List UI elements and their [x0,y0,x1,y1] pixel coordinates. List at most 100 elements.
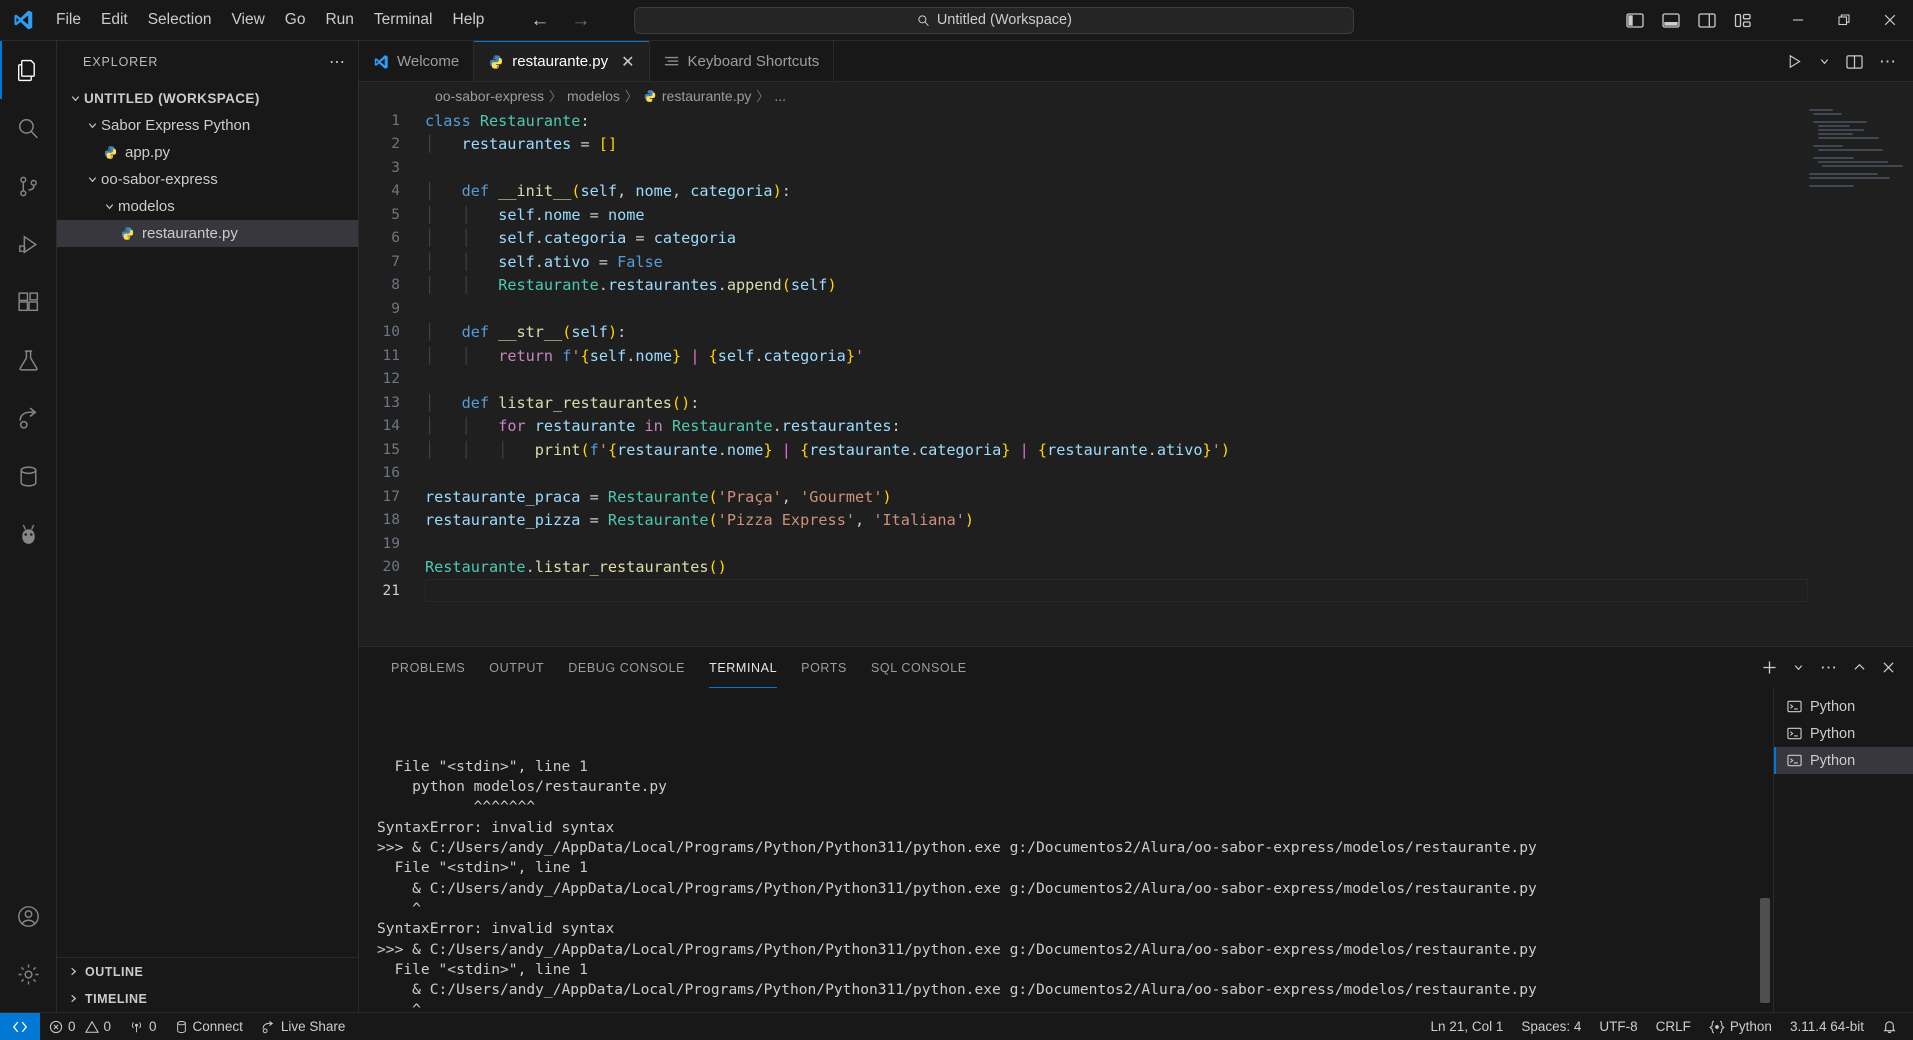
maximize-panel-icon[interactable] [1853,661,1866,674]
sidebar-section-outline[interactable]: OUTLINE [57,958,358,985]
status-python-interpreter[interactable]: 3.11.4 64-bit [1781,1013,1873,1040]
code-line[interactable]: 7 │ │ self.ativo = False [359,250,1913,274]
sidebar-item-explorer[interactable] [0,41,57,99]
file-tree[interactable]: UNTITLED (WORKSPACE) Sabor Express Pytho… [57,82,358,957]
status-cursor-position[interactable]: Ln 21, Col 1 [1422,1013,1513,1040]
tab-welcome[interactable]: Welcome [359,41,475,82]
code-text[interactable]: restaurante_praca = Restaurante('Praça',… [425,488,892,506]
code-text[interactable]: │ │ return f'{self.nome} | {self.categor… [425,347,864,365]
code-line[interactable]: 9 [359,297,1913,321]
menu-selection[interactable]: Selection [138,7,222,33]
code-text[interactable] [425,535,434,553]
menu-edit[interactable]: Edit [91,7,138,33]
status-live-share[interactable]: Live Share [252,1013,355,1040]
code-text[interactable]: │ │ Restaurante.restaurantes.append(self… [425,276,837,294]
menu-view[interactable]: View [221,7,274,33]
code-line[interactable]: 3 [359,156,1913,180]
code-line[interactable]: 12 [359,368,1913,392]
tab-terminal[interactable]: TERMINAL [697,647,789,688]
status-language-mode[interactable]: Python [1700,1013,1781,1040]
tree-item-modelos[interactable]: modelos [57,193,358,220]
code-line[interactable]: 8 │ │ Restaurante.restaurantes.append(sel… [359,274,1913,298]
minimize-button[interactable] [1775,0,1821,41]
tab-ports[interactable]: PORTS [789,647,859,688]
tree-item-sabor-express-python[interactable]: Sabor Express Python [57,112,358,139]
quick-input-search[interactable]: Untitled (Workspace) [634,6,1355,34]
code-line[interactable]: 18 restaurante_pizza = Restaurante('Pizza… [359,509,1913,533]
sidebar-item-extensions[interactable] [0,273,57,331]
tab-keyboard-shortcuts[interactable]: Keyboard Shortcuts [649,41,835,82]
code-line[interactable]: 20 Restaurante.listar_restaurantes() [359,556,1913,580]
status-indentation[interactable]: Spaces: 4 [1512,1013,1590,1040]
terminal-dropdown-icon[interactable] [1793,662,1804,673]
code-text[interactable]: │ def __str__(self): [425,323,626,341]
restore-button[interactable] [1821,0,1867,41]
terminal-output[interactable]: File "<stdin>", line 1 python modelos/re… [359,688,1773,1012]
status-ports[interactable]: 0 [120,1013,166,1040]
code-text[interactable]: │ │ for restaurante in Restaurante.resta… [425,417,901,435]
tab-problems[interactable]: PROBLEMS [379,647,477,688]
code-line[interactable]: 10 │ def __str__(self): [359,321,1913,345]
breadcrumb[interactable]: oo-sabor-express 〉 modelos 〉 restaurante… [359,82,1913,109]
code-text[interactable]: │ │ self.categoria = categoria [425,229,736,247]
customize-layout-icon[interactable] [1732,10,1753,31]
tab-debug-console[interactable]: DEBUG CONSOLE [556,647,697,688]
tree-item-oo-sabor-express[interactable]: oo-sabor-express [57,166,358,193]
status-connect[interactable]: Connect [166,1013,252,1040]
code-line[interactable]: 1 class Restaurante: [359,109,1913,133]
code-line[interactable]: 16 [359,462,1913,486]
code-line[interactable]: 6 │ │ self.categoria = categoria [359,227,1913,251]
terminal-instance[interactable]: Python [1774,747,1913,774]
code-lines[interactable]: 1 class Restaurante: 2 │ restaurantes = [] 3… [359,109,1913,646]
code-text[interactable] [425,464,434,482]
terminal-instance[interactable]: Python [1774,720,1913,747]
tab-output[interactable]: OUTPUT [477,647,556,688]
sidebar-item-live-share[interactable] [0,389,57,447]
code-text[interactable]: │ def __init__(self, nome, categoria): [425,182,791,200]
code-text[interactable]: Restaurante.listar_restaurantes() [425,558,727,576]
sidebar-item-ant-design[interactable] [0,505,57,563]
split-editor-icon[interactable] [1846,54,1863,70]
run-python-file-icon[interactable] [1786,53,1803,70]
code-text[interactable] [425,159,434,177]
code-text[interactable]: │ def listar_restaurantes(): [425,394,699,412]
code-text[interactable]: │ restaurantes = [] [425,135,617,153]
tab-close-icon[interactable]: ✕ [621,52,634,72]
status-errors-warnings[interactable]: 0 0 [40,1013,120,1040]
code-text[interactable]: class Restaurante: [425,112,590,130]
breadcrumb-item-symbols[interactable]: ... [774,88,786,104]
arrow-left-icon[interactable]: ← [530,11,549,30]
sidebar-item-source-control[interactable] [0,157,57,215]
sidebar-item-database[interactable] [0,447,57,505]
tree-item-app-py[interactable]: app.py [57,139,358,166]
code-line[interactable]: 11 │ │ return f'{self.nome} | {self.categ… [359,344,1913,368]
close-button[interactable] [1867,0,1913,41]
sidebar-item-run-and-debug[interactable] [0,215,57,273]
code-text[interactable] [425,300,434,318]
tree-item-restaurante-py[interactable]: restaurante.py [57,220,358,247]
menu-terminal[interactable]: Terminal [364,7,443,33]
breadcrumb-item-file[interactable]: restaurante.py [662,88,752,104]
menu-file[interactable]: File [46,7,91,33]
code-line[interactable]: 13 │ def listar_restaurantes(): [359,391,1913,415]
views-and-more-actions-icon[interactable]: ⋯ [1820,659,1837,676]
menu-help[interactable]: Help [443,7,495,33]
ellipsis-icon[interactable]: ⋯ [329,52,346,72]
menu-run[interactable]: Run [315,7,363,33]
terminal-instance-list[interactable]: Python Python Python [1773,688,1913,1012]
manage-settings-button[interactable] [0,945,57,1003]
minimap[interactable] [1809,109,1904,187]
close-panel-icon[interactable] [1882,661,1895,674]
toggle-primary-sidebar-icon[interactable] [1624,10,1645,31]
terminal-scrollbar[interactable] [1760,898,1770,1003]
code-text[interactable]: │ │ │ print(f'{restaurante.nome} | {rest… [425,441,1230,459]
more-actions-icon[interactable]: ⋯ [1879,53,1896,70]
new-terminal-icon[interactable] [1762,660,1777,675]
tab-sql-console[interactable]: SQL CONSOLE [859,647,979,688]
menubar[interactable]: File Edit Selection View Go Run Terminal… [46,7,494,33]
accounts-button[interactable] [0,887,57,945]
code-line[interactable]: 2 │ restaurantes = [] [359,133,1913,157]
code-line[interactable]: 19 [359,532,1913,556]
status-encoding[interactable]: UTF-8 [1590,1013,1646,1040]
breadcrumb-item-folder[interactable]: oo-sabor-express [435,88,544,104]
